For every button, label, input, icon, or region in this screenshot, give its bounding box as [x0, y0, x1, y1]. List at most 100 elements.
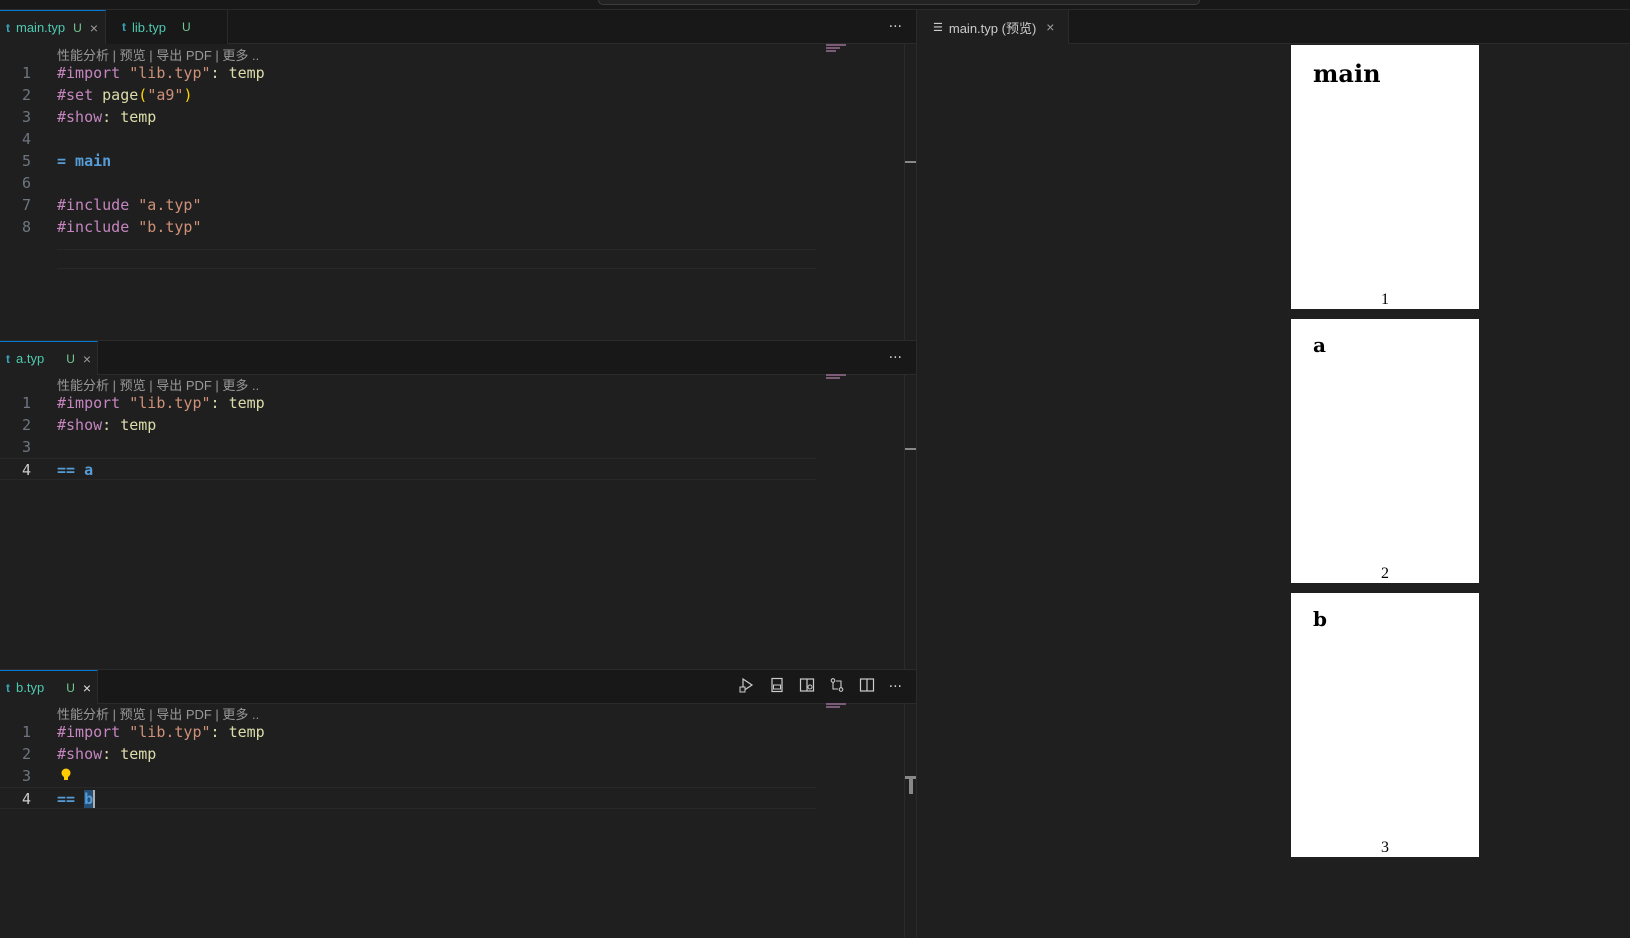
- close-icon[interactable]: ×: [1046, 19, 1054, 35]
- title-bar: [0, 0, 1630, 10]
- token: #show: [57, 745, 103, 763]
- line-number: 5: [21, 152, 31, 170]
- text-cursor: b: [84, 790, 96, 808]
- line-number: 7: [21, 196, 31, 214]
- tab-label: a.typ: [16, 351, 45, 366]
- untracked-badge: U: [66, 351, 75, 366]
- token: "a.typ": [138, 196, 202, 214]
- preview-tab-bar: ☰ main.typ (预览) ×: [917, 10, 1630, 44]
- code-line[interactable]: 1 #import "lib.typ": temp: [0, 721, 816, 743]
- code-line[interactable]: 7 #include "a.typ": [0, 194, 816, 216]
- editor-group-a: t a.typ U × ··· 性能分析 | 预览 | 导出 PDF | 更多 …: [0, 341, 917, 669]
- tab-lib-typ[interactable]: t lib.typ U: [106, 10, 228, 44]
- code-line[interactable]: 5 = main: [0, 150, 816, 172]
- line-number: 1: [21, 394, 31, 412]
- untracked-badge: U: [66, 680, 75, 695]
- token: #show: [57, 108, 103, 126]
- run-icon[interactable]: [739, 677, 755, 697]
- more-actions-icon[interactable]: ···: [889, 19, 902, 35]
- preview-page[interactable]: a 2: [1291, 319, 1479, 583]
- editor-actions: ···: [889, 341, 902, 375]
- code-line[interactable]: 2 #show: temp: [0, 414, 816, 436]
- code-line[interactable]: 1 #import "lib.typ": temp: [0, 62, 816, 84]
- token: ==: [57, 790, 76, 808]
- line-number: 4: [21, 790, 31, 808]
- line-number: 4: [21, 461, 31, 479]
- preview-panel: ☰ main.typ (预览) × main 1 a 2 b 3: [916, 10, 1630, 938]
- line-number: 4: [21, 130, 31, 148]
- minimap[interactable]: [826, 703, 852, 711]
- token: a: [84, 461, 94, 479]
- untracked-badge: U: [73, 20, 82, 35]
- code-line[interactable]: 1 #import "lib.typ": temp: [0, 392, 816, 414]
- code-line[interactable]: 3: [0, 765, 816, 787]
- line-number: 1: [21, 723, 31, 741]
- cursor-position-marker: [909, 776, 913, 794]
- close-icon[interactable]: ×: [90, 20, 98, 36]
- untracked-badge: U: [181, 20, 191, 34]
- compare-changes-icon[interactable]: [829, 677, 845, 697]
- token: ): [183, 86, 193, 104]
- tab-main-typ[interactable]: t main.typ U ×: [0, 10, 106, 44]
- token: #set: [57, 86, 94, 104]
- token: : temp: [102, 745, 157, 763]
- line-number: 3: [21, 767, 31, 785]
- token: #import: [57, 394, 121, 412]
- code-line[interactable]: 4 == a: [0, 458, 816, 480]
- typst-file-icon: t: [122, 20, 126, 34]
- code-line[interactable]: 4: [0, 128, 816, 150]
- page-number: 1: [1381, 291, 1389, 308]
- code-line[interactable]: 2 #show: temp: [0, 743, 816, 765]
- tab-bar: t a.typ U × ···: [0, 341, 916, 375]
- code-line[interactable]: 6: [0, 172, 816, 194]
- token: ==: [57, 461, 76, 479]
- tab-a-typ[interactable]: t a.typ U ×: [0, 341, 98, 375]
- preview-side-icon[interactable]: [799, 677, 815, 697]
- more-actions-icon[interactable]: ···: [889, 679, 902, 695]
- code-line[interactable]: 2 #set page("a9"): [0, 84, 816, 106]
- token: #import: [57, 64, 121, 82]
- minimap[interactable]: [826, 44, 852, 52]
- preview-file-icon: ☰: [933, 21, 943, 34]
- more-actions-icon[interactable]: ···: [889, 350, 902, 366]
- minimap[interactable]: [826, 374, 852, 382]
- tab-b-typ[interactable]: t b.typ U ×: [0, 670, 98, 704]
- preview-page[interactable]: main 1: [1291, 45, 1479, 309]
- editor-group-main: t main.typ U × t lib.typ U ··· 性能分析 | 预览…: [0, 10, 917, 340]
- token: : temp: [210, 723, 265, 741]
- token: "lib.typ": [129, 394, 211, 412]
- code-line[interactable]: 8 #include "b.typ": [0, 216, 816, 238]
- lightbulb-icon[interactable]: [57, 765, 73, 789]
- token: #import: [57, 723, 121, 741]
- export-pdf-icon[interactable]: [769, 677, 785, 697]
- page-heading: main: [1313, 59, 1381, 88]
- tab-label: lib.typ: [132, 19, 166, 35]
- token: #include: [57, 218, 130, 236]
- tab-bar: t main.typ U × t lib.typ U ···: [0, 10, 916, 44]
- empty-current-line[interactable]: [57, 249, 816, 269]
- editor-actions: ···: [739, 670, 902, 704]
- line-number: 3: [21, 438, 31, 456]
- command-center[interactable]: [598, 0, 1200, 5]
- token: : temp: [210, 64, 265, 82]
- close-icon[interactable]: ×: [83, 351, 91, 367]
- page-heading: a: [1313, 333, 1326, 357]
- code-line[interactable]: 4 == b: [0, 787, 816, 809]
- token: "lib.typ": [129, 64, 211, 82]
- token: "b.typ": [138, 218, 202, 236]
- line-number: 8: [21, 218, 31, 236]
- token: : temp: [102, 416, 157, 434]
- token: page: [102, 86, 139, 104]
- code-line[interactable]: 3: [0, 436, 816, 458]
- code-line[interactable]: 3 #show: temp: [0, 106, 816, 128]
- token: "a9": [147, 86, 184, 104]
- editor-actions: ···: [889, 10, 902, 44]
- typst-file-icon: t: [6, 20, 10, 35]
- preview-page[interactable]: b 3: [1291, 593, 1479, 857]
- close-icon[interactable]: ×: [83, 680, 91, 696]
- tab-main-preview[interactable]: ☰ main.typ (预览) ×: [917, 10, 1069, 44]
- line-number: 1: [21, 64, 31, 82]
- token: : temp: [210, 394, 265, 412]
- token: (: [138, 86, 148, 104]
- split-editor-icon[interactable]: [859, 677, 875, 697]
